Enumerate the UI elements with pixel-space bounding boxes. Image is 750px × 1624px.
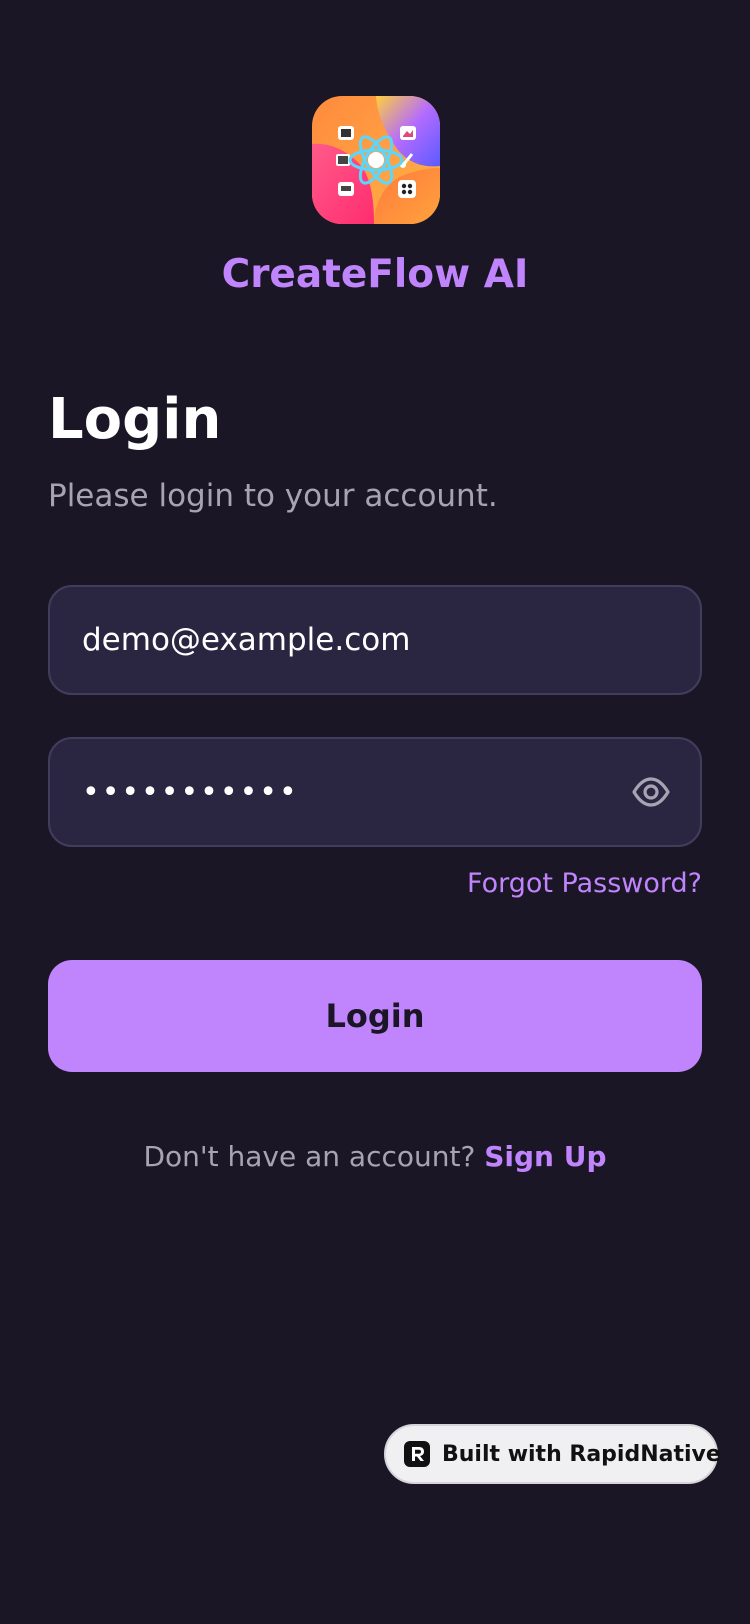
app-name: CreateFlow AI xyxy=(221,252,529,297)
eye-icon[interactable] xyxy=(632,774,670,810)
built-with-badge[interactable]: Built with RapidNative xyxy=(384,1424,721,1484)
password-field-container xyxy=(48,737,702,847)
password-field[interactable] xyxy=(82,739,642,845)
login-screen: CreateFlow AI Login Please login to your… xyxy=(0,0,750,1624)
forgot-password-link[interactable]: Forgot Password? xyxy=(467,865,702,903)
page-title: Login xyxy=(48,387,222,452)
rapidnative-icon xyxy=(404,1441,430,1467)
badge-label: Built with RapidNative xyxy=(442,1441,721,1467)
sign-up-link[interactable]: Sign Up xyxy=(484,1140,606,1173)
email-field-container xyxy=(48,585,702,695)
signup-prompt: Don't have an account? xyxy=(143,1140,476,1173)
page-subtitle: Please login to your account. xyxy=(48,478,498,514)
login-button[interactable]: Login xyxy=(48,960,702,1072)
email-field[interactable] xyxy=(82,587,642,693)
app-logo-icon xyxy=(312,96,440,224)
signup-row: Don't have an account? Sign Up xyxy=(0,1137,750,1177)
